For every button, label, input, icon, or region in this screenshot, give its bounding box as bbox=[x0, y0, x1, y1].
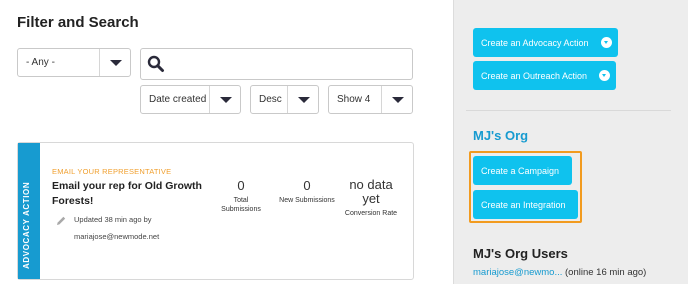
stat-label: Conversion Rate bbox=[344, 210, 398, 217]
stat-value: no data yet bbox=[349, 177, 393, 206]
page-size-value: Show 4 bbox=[337, 94, 371, 105]
page-title: Filter and Search bbox=[17, 14, 139, 31]
chevron-down-icon bbox=[209, 86, 240, 113]
user-entry: mariajose@newmo... (online 16 min ago) bbox=[473, 267, 646, 278]
pencil-icon[interactable] bbox=[55, 215, 67, 227]
sort-order-select[interactable]: Desc bbox=[250, 85, 319, 114]
user-status: (online 16 min ago) bbox=[565, 267, 647, 278]
button-label: Create an Integration bbox=[481, 199, 566, 210]
create-advocacy-action-button[interactable]: Create an Advocacy Action bbox=[473, 28, 618, 57]
type-filter-select[interactable]: - Any - bbox=[17, 48, 131, 77]
chevron-down-icon bbox=[381, 86, 412, 113]
user-email-link[interactable]: mariajose@newmo... bbox=[473, 267, 562, 278]
type-filter-value: - Any - bbox=[26, 57, 55, 68]
sort-field-value: Date created bbox=[149, 94, 207, 105]
updated-text: Updated 38 min ago by bbox=[74, 215, 152, 224]
chevron-down-icon bbox=[601, 37, 612, 48]
button-label: Create an Outreach Action bbox=[481, 70, 588, 81]
action-card[interactable]: ADVOCACY ACTION EMAIL YOUR REPRESENTATIV… bbox=[17, 142, 414, 280]
button-label: Create a Campaign bbox=[481, 165, 560, 176]
org-name: MJ's Org bbox=[473, 128, 529, 143]
action-name[interactable]: Email your rep for Old Growth Forests! bbox=[52, 179, 217, 209]
action-type: EMAIL YOUR REPRESENTATIVE bbox=[52, 167, 172, 176]
search-icon bbox=[147, 55, 164, 72]
chevron-down-icon bbox=[287, 86, 318, 113]
chevron-down-icon bbox=[599, 70, 610, 81]
stat-value: 0 bbox=[303, 178, 311, 193]
stat-new-submissions: 0 New Submissions bbox=[279, 178, 335, 205]
category-label: ADVOCACY ACTION bbox=[22, 181, 31, 269]
stat-conversion-rate: no data yet Conversion Rate bbox=[341, 178, 401, 218]
main-panel: Filter and Search - Any - Date created D… bbox=[0, 0, 453, 284]
org-users-title: MJ's Org Users bbox=[473, 246, 568, 261]
button-label: Create an Advocacy Action bbox=[481, 37, 589, 48]
category-stripe: ADVOCACY ACTION bbox=[18, 143, 40, 279]
stat-value: 0 bbox=[237, 178, 245, 193]
create-integration-button[interactable]: Create an Integration bbox=[473, 190, 578, 219]
updated-by: mariajose@newmode.net bbox=[74, 232, 160, 241]
sort-field-select[interactable]: Date created bbox=[140, 85, 241, 114]
stat-total-submissions: 0 Total Submissions bbox=[213, 178, 269, 214]
divider bbox=[466, 110, 671, 111]
stat-label: Total Submissions bbox=[221, 197, 261, 213]
create-outreach-action-button[interactable]: Create an Outreach Action bbox=[473, 61, 616, 90]
chevron-down-icon bbox=[99, 49, 130, 76]
page-size-select[interactable]: Show 4 bbox=[328, 85, 413, 114]
create-campaign-button[interactable]: Create a Campaign bbox=[473, 156, 572, 185]
stat-label: New Submissions bbox=[279, 197, 335, 204]
search-input[interactable] bbox=[140, 48, 413, 80]
sort-order-value: Desc bbox=[259, 94, 282, 105]
